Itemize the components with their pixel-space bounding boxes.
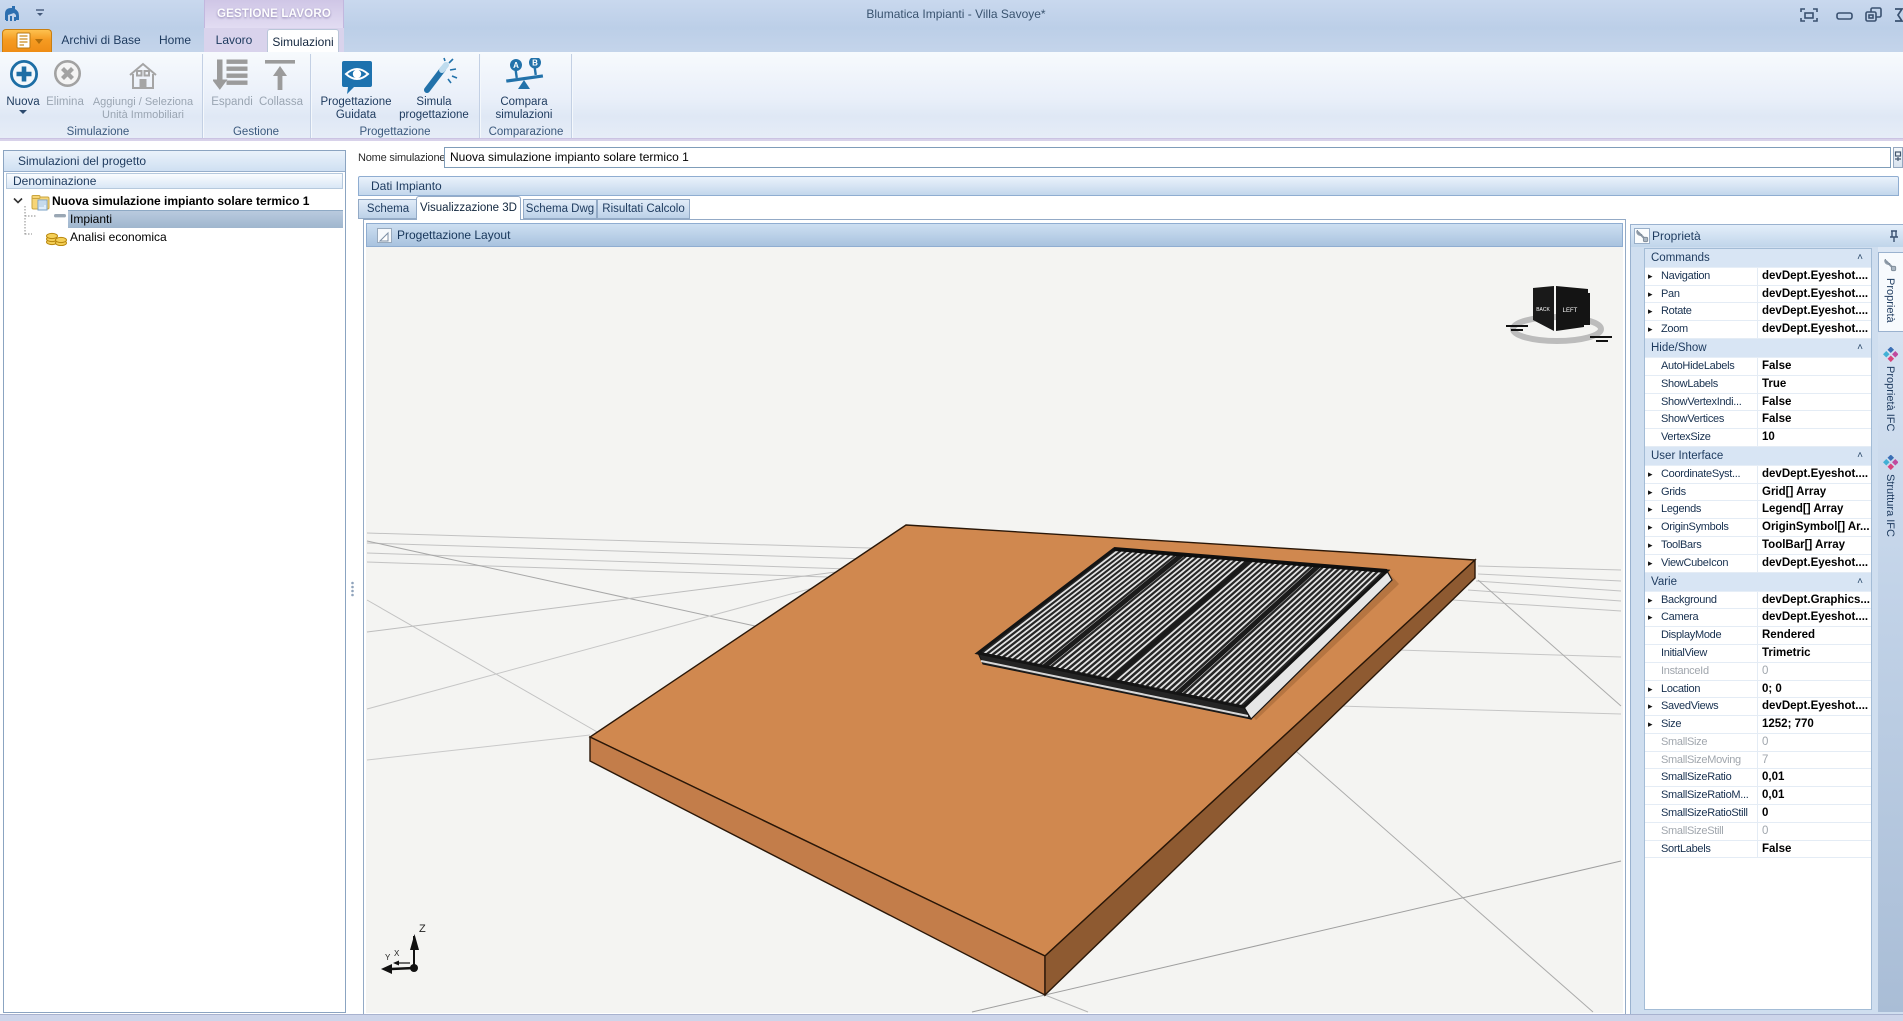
svg-text:Y: Y (385, 953, 391, 962)
svg-text:LEFT: LEFT (1563, 308, 1578, 314)
svg-text:X: X (394, 949, 400, 958)
svg-text:BACK: BACK (1536, 307, 1550, 313)
svg-text:B: B (532, 58, 538, 67)
svg-text:A: A (513, 61, 519, 70)
svg-text:Z: Z (419, 923, 426, 935)
